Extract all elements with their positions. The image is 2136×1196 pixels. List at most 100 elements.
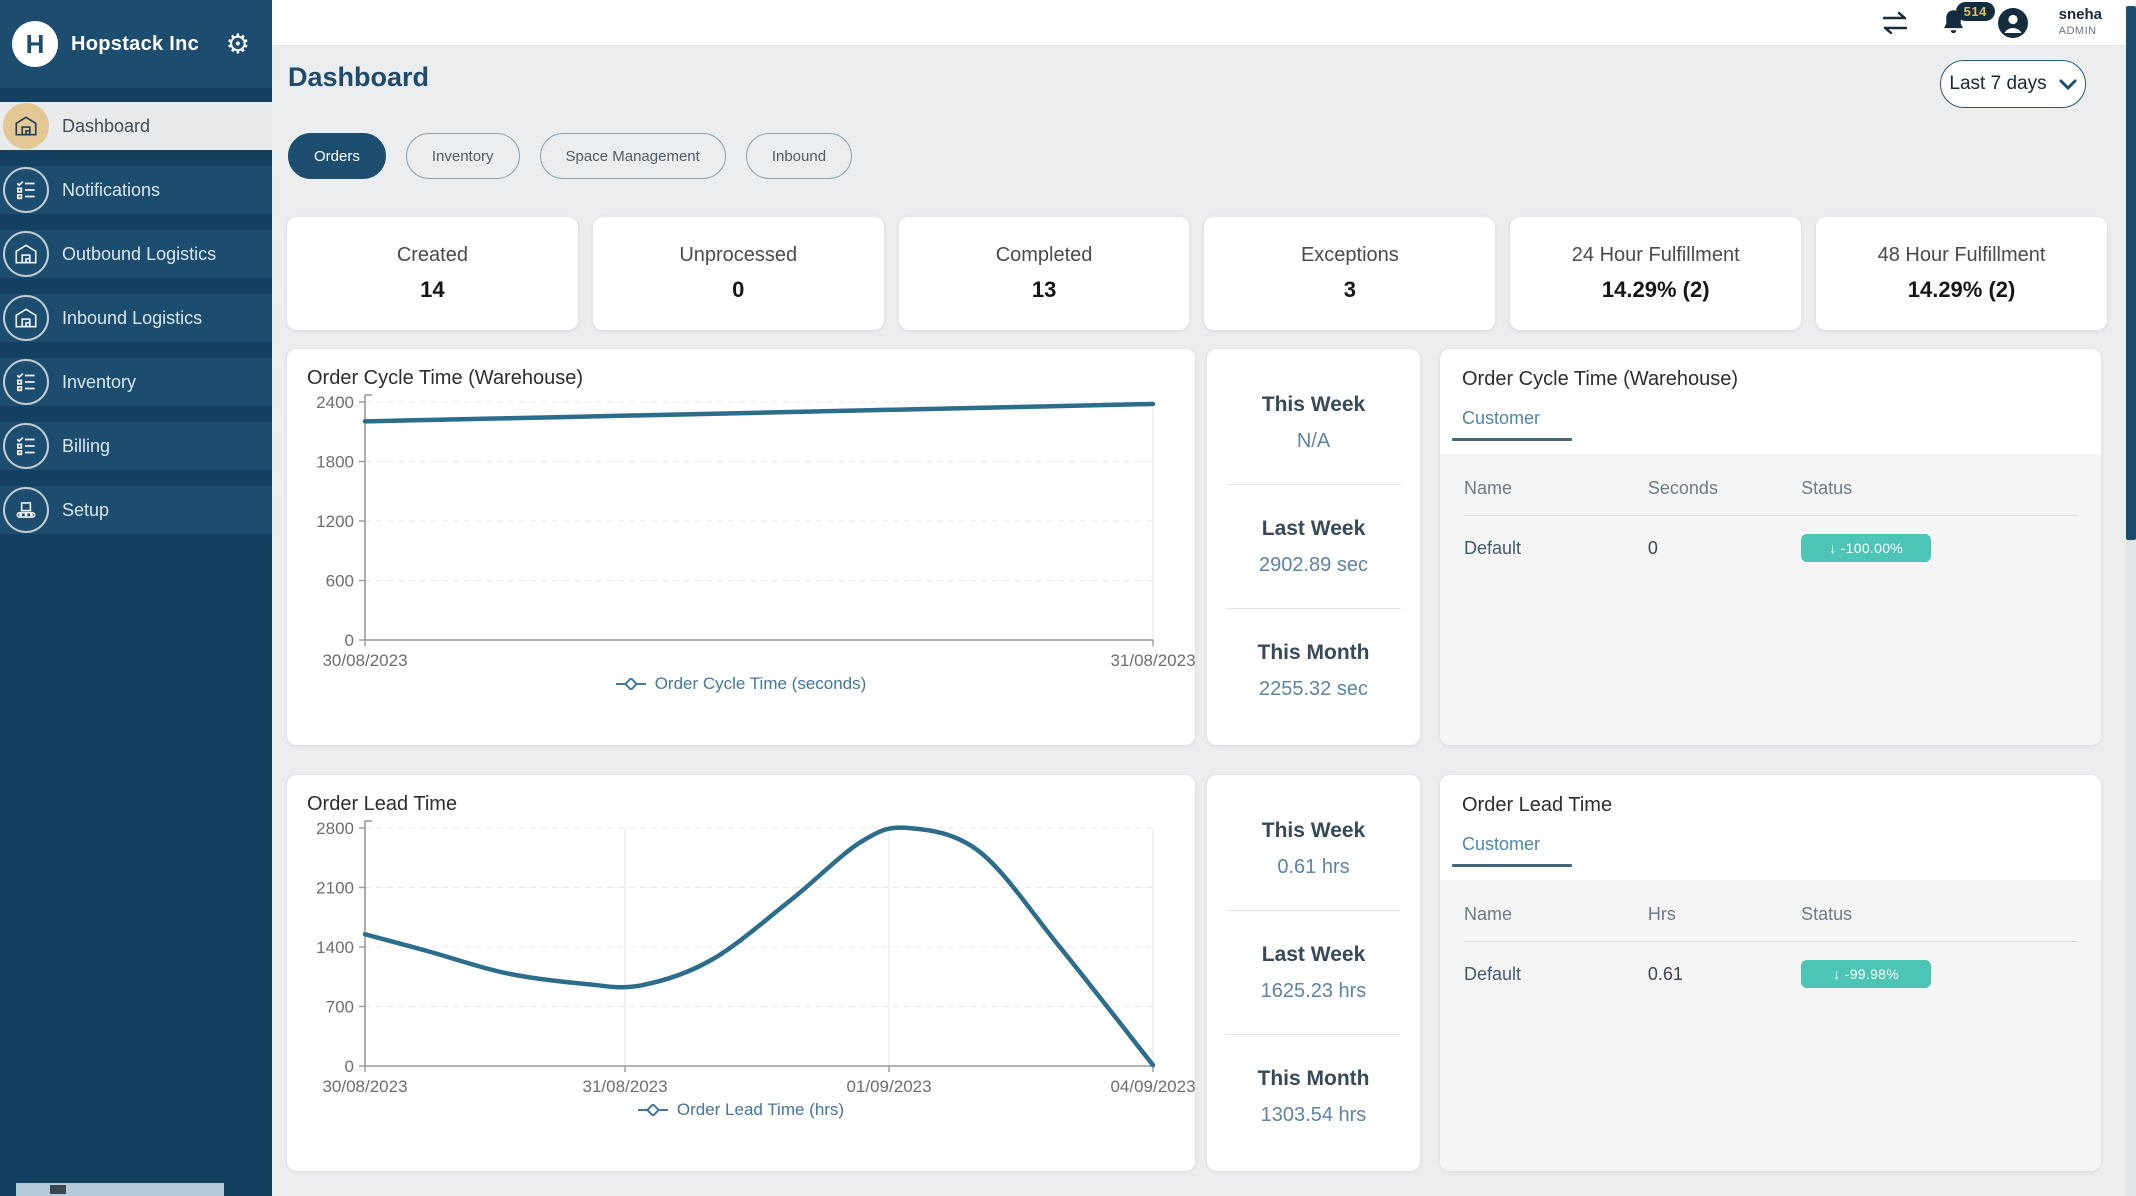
tab-underline [1452,438,1572,441]
brand-name: Hopstack Inc [71,32,200,55]
stat-value: 14.29% (2) [1907,277,2016,302]
stat-value: 14 [420,277,445,302]
filter-tab-inbound[interactable]: Inbound [745,133,853,179]
sidebar-item-label: Outbound Logistics [62,243,217,264]
summary-value: 2902.89 sec [1259,554,1368,576]
legend-line-marker-icon [615,678,646,690]
warehouse-icon [3,231,49,277]
svg-text:700: 700 [326,998,354,1017]
stat-card-48h-fulfillment: 48 Hour Fulfillment 14.29% (2) [1816,217,2107,330]
summary-label: Last Week [1261,943,1366,966]
stat-card-completed: Completed 13 [898,217,1190,330]
notifications-bell[interactable]: 514 [1940,2,1995,37]
stat-cards-row: Created 14 Unprocessed 0 Completed 13 Ex… [287,217,2107,330]
filter-tab-orders[interactable]: Orders [288,133,386,179]
page-title: Dashboard [288,62,430,92]
sidebar-item-inventory[interactable]: Inventory [0,358,272,406]
legend-line-marker-icon [637,1104,668,1116]
stat-card-created: Created 14 [287,217,578,330]
transfer-arrows-icon[interactable] [1880,10,1910,36]
hopstack-logo: H [12,21,58,67]
sidebar-item-label: Billing [62,435,111,456]
summary-last-week: Last Week 1625.23 hrs [1207,911,1420,1035]
summary-label: Last Week [1261,517,1366,540]
column-header-status: Status [1801,478,1853,498]
sidebar-item-setup[interactable]: Setup [0,486,272,534]
date-range-dropdown[interactable]: Last 7 days [1940,60,2086,108]
sidebar-item-label: Notifications [62,179,161,200]
svg-text:30/08/2023: 30/08/2023 [322,651,407,670]
row-value: 0 [1647,537,1658,558]
tab-customer[interactable]: Customer [1462,408,1540,429]
svg-text:04/09/2023: 04/09/2023 [1110,1077,1195,1096]
sidebar-item-notifications[interactable]: Notifications [0,166,272,214]
user-info[interactable]: sneha ADMIN [2059,6,2102,39]
checklist-icon [3,167,49,213]
warehouse-icon [3,295,49,341]
summary-this-month: This Month 2255.32 sec [1207,609,1420,733]
sidebar-item-billing[interactable]: Billing [0,422,272,470]
tab-underline [1452,864,1572,867]
svg-text:0: 0 [345,631,354,650]
summary-label: This Week [1261,819,1366,842]
stat-value: 3 [1343,277,1357,302]
avatar-icon[interactable] [1997,7,2029,39]
table-header: Name Hrs Status [1464,888,2077,942]
filter-tab-inventory[interactable]: Inventory [405,133,520,179]
sidebar-header: H Hopstack Inc ⚙ [0,0,272,88]
row-value: 0.61 [1647,963,1683,984]
scrollbar-thumb[interactable] [2126,6,2136,540]
row-name: Default [1464,963,1522,984]
chart-legend: Order Cycle Time (seconds) [307,674,1175,694]
legend-label: Order Lead Time (hrs) [676,1100,845,1119]
status-badge: ↓ -99.98% [1801,960,1932,988]
notification-count-badge: 514 [1955,2,1995,21]
table-section: Name Seconds Status Default 0 ↓ -100.00% [1440,454,2101,745]
user-role: ADMIN [2058,25,2097,37]
sidebar-item-outbound-logistics[interactable]: Outbound Logistics [0,230,272,278]
summary-label: This Month [1257,1067,1370,1090]
filter-tab-space-management[interactable]: Space Management [539,133,726,179]
sidebar-item-inbound-logistics[interactable]: Inbound Logistics [0,294,272,342]
summary-this-week: This Week N/A [1207,361,1420,485]
summary-this-week: This Week 0.61 hrs [1207,787,1420,911]
table-card-title: Order Lead Time [1462,794,1613,816]
svg-text:1200: 1200 [316,512,354,531]
table-row: Default 0.61 ↓ -99.98% [1464,942,2077,1006]
status-badge: ↓ -100.00% [1801,534,1932,562]
svg-text:30/08/2023: 30/08/2023 [322,1077,407,1096]
sidebar-item-label: Setup [62,499,110,520]
stat-value: 0 [732,277,745,302]
sidebar: H Hopstack Inc ⚙ Dashboard Notifications… [0,0,272,1196]
stat-label: 24 Hour Fulfillment [1571,244,1740,266]
column-header-name: Name [1464,478,1513,498]
warehouse-icon [3,103,49,149]
user-name: sneha [2058,6,2102,24]
date-range-value: Last 7 days [1949,73,2047,94]
summary-label: This Month [1257,641,1370,664]
svg-text:0: 0 [345,1057,354,1076]
stat-card-unprocessed: Unprocessed 0 [592,217,884,330]
chart-title: Order Lead Time [307,793,458,815]
tab-customer[interactable]: Customer [1462,834,1540,855]
checklist-icon [3,359,49,405]
chevron-down-icon [2059,79,2077,90]
column-header-seconds: Seconds [1647,478,1718,498]
stat-value: 13 [1031,277,1057,302]
summary-last-week: Last Week 2902.89 sec [1207,485,1420,609]
column-header-name: Name [1464,904,1513,924]
table-section: Name Hrs Status Default 0.61 ↓ -99.98% [1440,880,2101,1171]
sidebar-item-dashboard[interactable]: Dashboard [0,102,272,150]
svg-text:2400: 2400 [316,393,354,412]
topbar: 514 sneha ADMIN [272,0,2136,46]
conveyor-icon [3,487,49,533]
summary-value: 2255.32 sec [1259,678,1368,700]
order-cycle-time-chart-card: Order Cycle Time (Warehouse) 0 600 1200 180… [287,349,1196,745]
svg-text:1800: 1800 [316,453,354,472]
svg-text:600: 600 [326,572,354,591]
svg-text:2800: 2800 [316,819,354,838]
stat-label: Completed [995,244,1093,266]
stat-label: Created [396,244,468,266]
summary-value: N/A [1296,430,1331,452]
settings-gear-icon[interactable]: ⚙ [226,31,250,58]
